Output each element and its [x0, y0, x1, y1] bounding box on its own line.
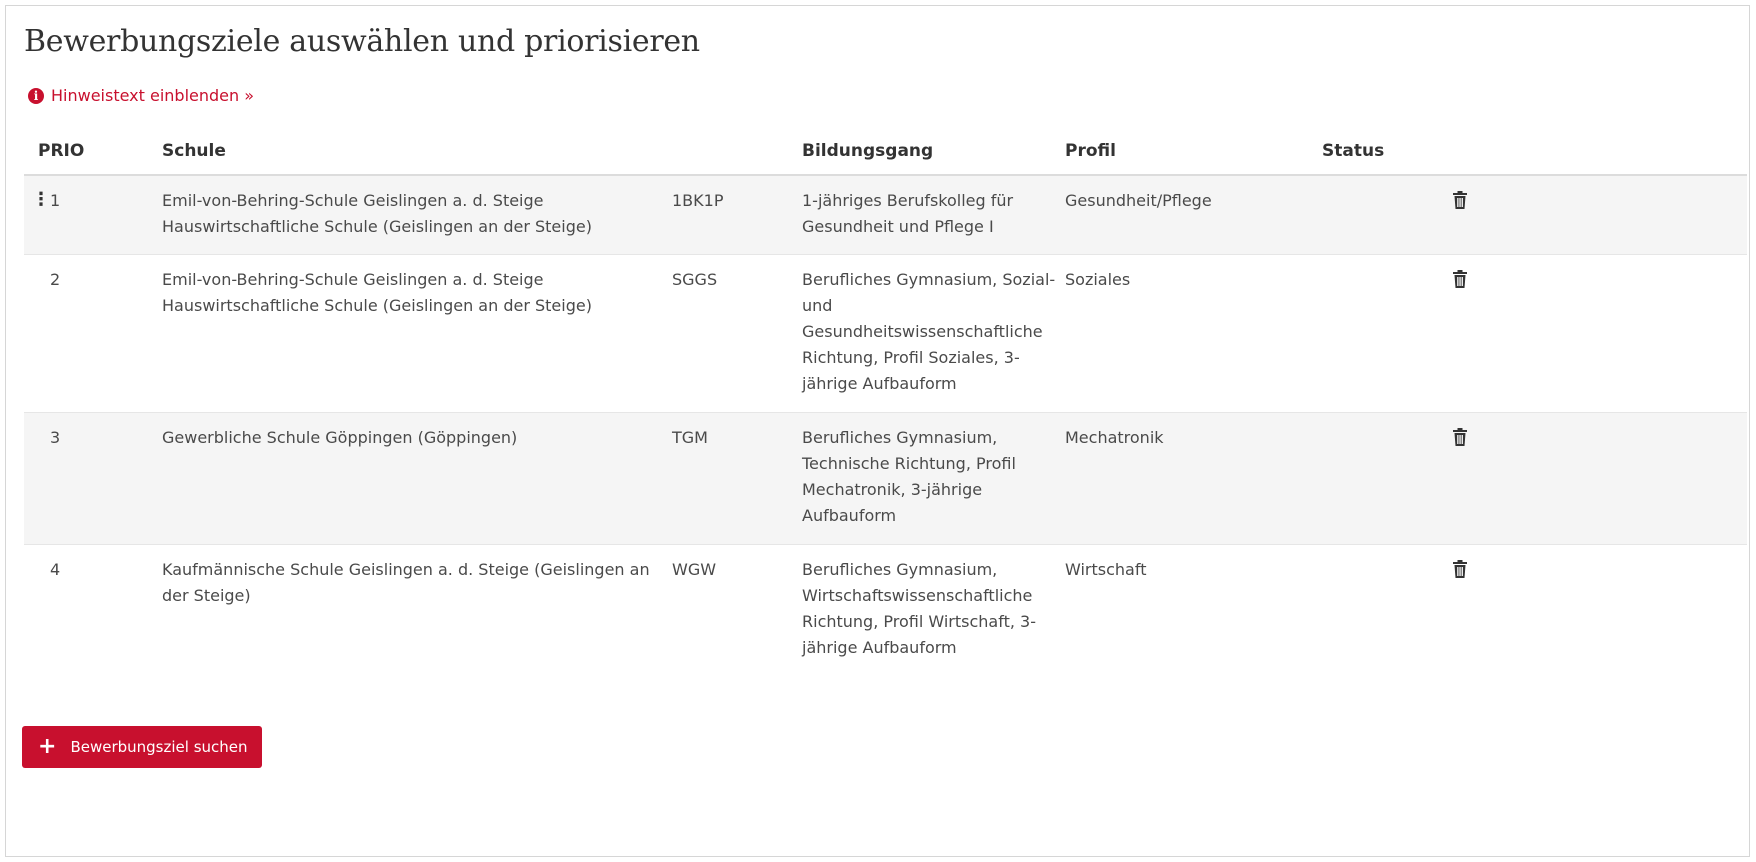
- prio-number: 3: [50, 427, 61, 447]
- plus-icon: +: [38, 734, 57, 759]
- header-prio: PRIO: [24, 128, 162, 176]
- prio-cell: ⋮ 1: [24, 175, 162, 255]
- schule-cell: Kaufmännische Schule Geislingen a. d. St…: [162, 544, 672, 676]
- kuerzel-cell: TGM: [672, 412, 802, 545]
- status-cell: [1322, 254, 1452, 413]
- search-application-target-button[interactable]: + Bewerbungsziel suchen: [22, 726, 262, 768]
- header-actions: [1452, 128, 1747, 176]
- prio-number: 1: [50, 191, 61, 210]
- drag-handle-icon[interactable]: ⋮: [32, 188, 50, 212]
- bildungsgang-cell: Berufliches Gymnasium, Technische Richtu…: [802, 412, 1065, 545]
- header-kuerzel: [672, 128, 802, 176]
- table-row[interactable]: 3 Gewerbliche Schule Göppingen (Göppinge…: [24, 412, 1747, 545]
- bildungsgang-cell: Berufliches Gymnasium, Wirtschaftswissen…: [802, 544, 1065, 676]
- prio-cell: 4: [24, 544, 162, 676]
- show-hint-label: Hinweistext einblenden »: [51, 86, 255, 105]
- profil-cell: Gesundheit/Pflege: [1065, 175, 1322, 255]
- header-status: Status: [1322, 128, 1452, 176]
- prio-cell: 3: [24, 412, 162, 545]
- schule-cell: Emil-von-Behring-Schule Geislingen a. d.…: [162, 254, 672, 413]
- trash-icon[interactable]: [1452, 427, 1468, 447]
- prio-number: 2: [50, 269, 61, 289]
- table-row[interactable]: 4 Kaufmännische Schule Geislingen a. d. …: [24, 544, 1747, 676]
- action-cell: [1452, 175, 1747, 255]
- application-targets-table-wrap: PRIO Schule Bildungsgang Profil Status ⋮…: [24, 128, 1747, 676]
- application-targets-panel: Bewerbungsziele auswählen und priorisier…: [5, 5, 1750, 857]
- table-row[interactable]: 2 Emil-von-Behring-Schule Geislingen a. …: [24, 254, 1747, 413]
- table-row[interactable]: ⋮ 1 Emil-von-Behring-Schule Geislingen a…: [24, 175, 1747, 255]
- status-cell: [1322, 412, 1452, 545]
- profil-cell: Soziales: [1065, 254, 1322, 413]
- search-button-label: Bewerbungsziel suchen: [70, 738, 248, 756]
- page-title: Bewerbungsziele auswählen und priorisier…: [24, 24, 700, 59]
- status-cell: [1322, 175, 1452, 255]
- kuerzel-cell: WGW: [672, 544, 802, 676]
- schule-cell: Emil-von-Behring-Schule Geislingen a. d.…: [162, 175, 672, 255]
- header-schule: Schule: [162, 128, 672, 176]
- profil-cell: Wirtschaft: [1065, 544, 1322, 676]
- status-cell: [1322, 544, 1452, 676]
- prio-cell: 2: [24, 254, 162, 413]
- header-bildungsgang: Bildungsgang: [802, 128, 1065, 176]
- action-cell: [1452, 544, 1747, 676]
- bildungsgang-cell: Berufliches Gymnasium, Sozial- und Gesun…: [802, 254, 1065, 413]
- show-hint-link[interactable]: i Hinweistext einblenden »: [28, 86, 254, 106]
- table-header-row: PRIO Schule Bildungsgang Profil Status: [24, 128, 1747, 176]
- kuerzel-cell: 1BK1P: [672, 175, 802, 255]
- header-profil: Profil: [1065, 128, 1322, 176]
- trash-icon[interactable]: [1452, 190, 1468, 210]
- kuerzel-cell: SGGS: [672, 254, 802, 413]
- bildungsgang-cell: 1-jähriges Berufskolleg für Gesundheit u…: [802, 175, 1065, 255]
- info-circle-icon: i: [28, 88, 44, 104]
- trash-icon[interactable]: [1452, 559, 1468, 579]
- action-cell: [1452, 412, 1747, 545]
- prio-number: 4: [50, 559, 61, 579]
- action-cell: [1452, 254, 1747, 413]
- trash-icon[interactable]: [1452, 269, 1468, 289]
- schule-cell: Gewerbliche Schule Göppingen (Göppingen): [162, 412, 672, 545]
- application-targets-table: PRIO Schule Bildungsgang Profil Status ⋮…: [24, 128, 1747, 676]
- profil-cell: Mechatronik: [1065, 412, 1322, 545]
